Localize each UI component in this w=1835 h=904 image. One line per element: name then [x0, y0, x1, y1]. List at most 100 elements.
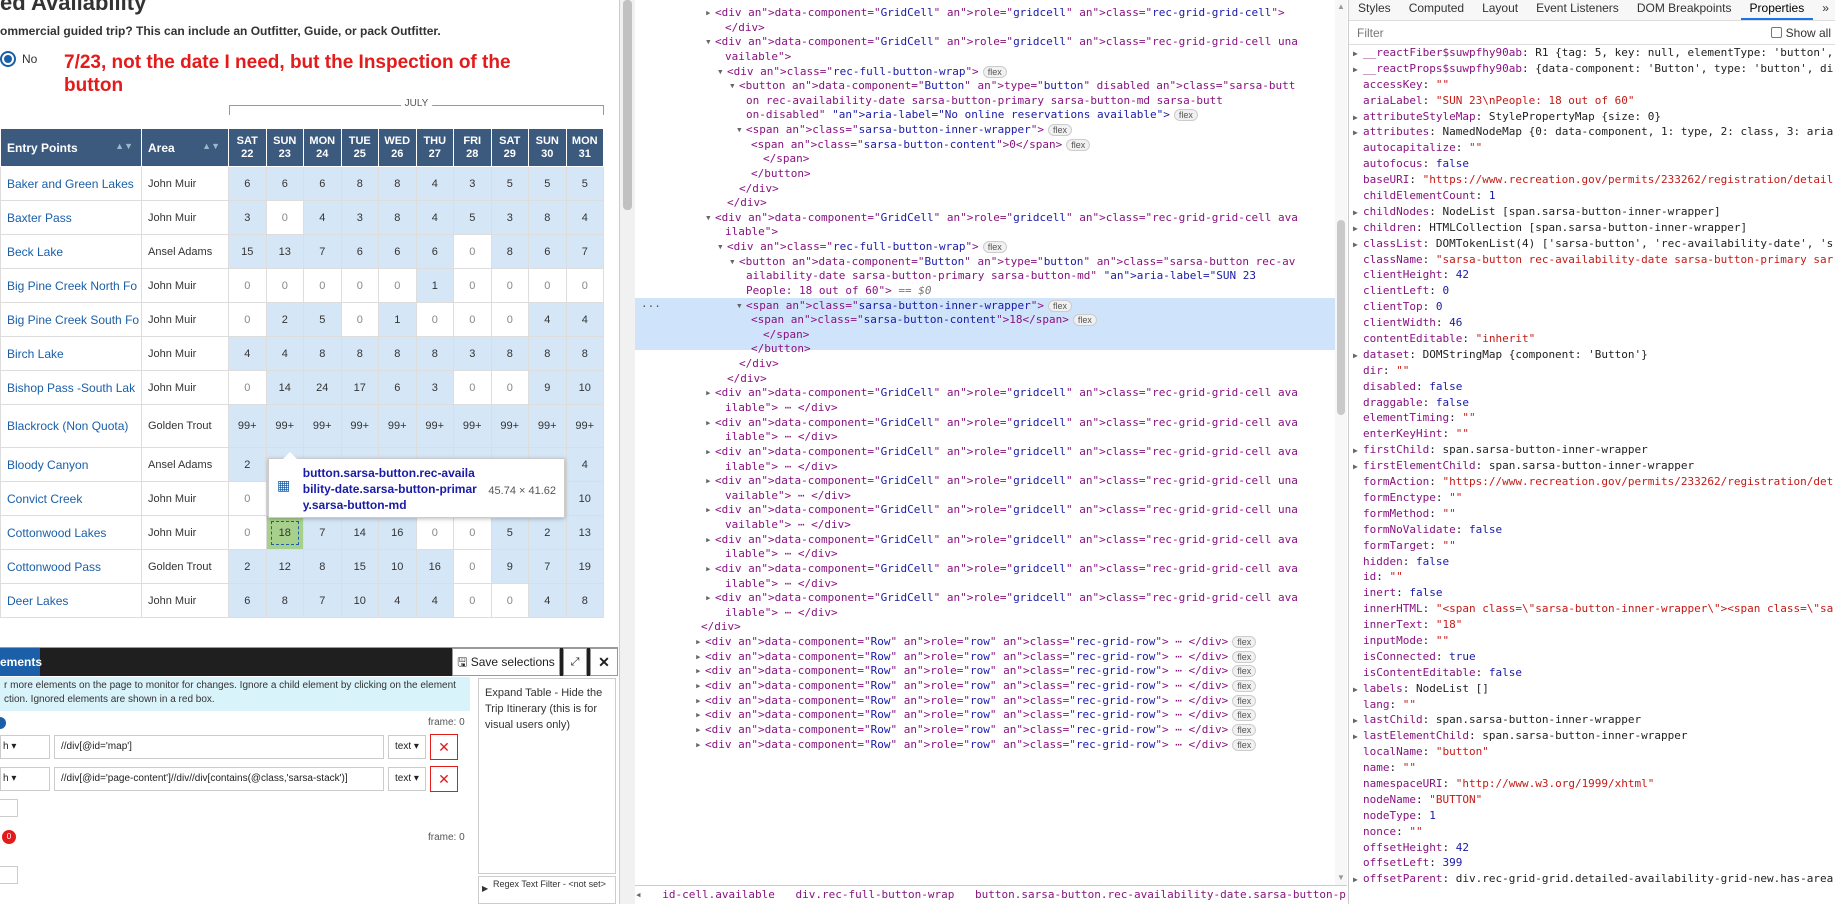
- scroll-up-icon[interactable]: ▲: [1337, 2, 1345, 11]
- flex-badge[interactable]: flex: [1232, 650, 1257, 663]
- availability-date-button[interactable]: 5: [565, 166, 604, 201]
- availability-date-button[interactable]: 99+: [303, 404, 342, 448]
- expand-toggle-icon[interactable]: ▾: [705, 209, 715, 226]
- property-row[interactable]: clientWidth: 46: [1349, 315, 1835, 331]
- dom-scrollbar-thumb[interactable]: [1337, 220, 1345, 415]
- property-row[interactable]: formAction: "https://www.recreation.gov/…: [1349, 474, 1835, 490]
- xpath-input[interactable]: //div[@id='page-content']//div//div[cont…: [54, 767, 384, 791]
- flex-badge[interactable]: flex: [1232, 694, 1257, 707]
- expand-toggle-icon[interactable]: ▸: [705, 589, 715, 606]
- expand-toggle-icon[interactable]: ▸: [705, 501, 715, 518]
- property-row[interactable]: isContentEditable: false: [1349, 665, 1835, 681]
- availability-date-button[interactable]: 4: [415, 200, 454, 235]
- entry-point-link[interactable]: Baker and Green Lakes: [0, 166, 142, 201]
- availability-date-button[interactable]: 8: [378, 336, 417, 371]
- property-row[interactable]: inputMode: "": [1349, 633, 1835, 649]
- availability-date-button[interactable]: 8: [565, 583, 604, 618]
- availability-date-button[interactable]: 9: [490, 549, 529, 584]
- property-row[interactable]: ▶ attributes: NamedNodeMap {0: data-compo…: [1349, 124, 1835, 140]
- entry-point-link[interactable]: Baxter Pass: [0, 200, 142, 235]
- dom-scrollbar[interactable]: ▲ ▼: [1335, 0, 1347, 885]
- tab-layout[interactable]: Layout: [1473, 0, 1527, 20]
- availability-date-button[interactable]: 7: [303, 234, 342, 269]
- availability-date-button[interactable]: 16: [378, 515, 417, 550]
- availability-date-button[interactable]: 4: [565, 200, 604, 235]
- availability-date-button[interactable]: 5: [303, 302, 342, 337]
- property-row[interactable]: clientLeft: 0: [1349, 283, 1835, 299]
- availability-date-button[interactable]: 1: [415, 268, 454, 303]
- availability-date-button[interactable]: 12: [265, 549, 304, 584]
- availability-date-button[interactable]: 99+: [228, 404, 267, 448]
- expand-toggle-icon[interactable]: ▸: [705, 443, 715, 460]
- availability-date-button[interactable]: 99+: [565, 404, 604, 448]
- availability-date-button[interactable]: 6: [228, 166, 267, 201]
- page-scrollbar[interactable]: [620, 0, 635, 904]
- property-row[interactable]: hidden: false: [1349, 554, 1835, 570]
- property-row[interactable]: ▶ children: HTMLCollection [span.sarsa-bu…: [1349, 220, 1835, 236]
- availability-date-button[interactable]: 13: [565, 515, 604, 550]
- save-selections-button[interactable]: 🖫 Save selections: [452, 648, 560, 676]
- expand-toggle-icon[interactable]: ▸: [705, 560, 715, 577]
- expand-toggle-icon[interactable]: ▾: [717, 63, 727, 80]
- expand-icon[interactable]: ▶: [1353, 729, 1363, 745]
- property-row[interactable]: clientHeight: 42: [1349, 267, 1835, 283]
- expand-icon[interactable]: ▶: [1353, 205, 1363, 221]
- availability-date-button[interactable]: 4: [265, 336, 304, 371]
- availability-date-button[interactable]: 6: [415, 234, 454, 269]
- availability-date-button[interactable]: 99+: [340, 404, 379, 448]
- property-row[interactable]: contentEditable: "inherit": [1349, 331, 1835, 347]
- property-row[interactable]: id: "": [1349, 569, 1835, 585]
- property-row[interactable]: ▶ firstElementChild: span.sarsa-button-in…: [1349, 458, 1835, 474]
- property-row[interactable]: isConnected: true: [1349, 649, 1835, 665]
- availability-date-button[interactable]: 10: [565, 370, 604, 405]
- expand-icon[interactable]: ▶: [1353, 125, 1363, 141]
- availability-date-button[interactable]: 99+: [453, 404, 492, 448]
- property-row[interactable]: ariaLabel: "SUN 23\nPeople: 18 out of 60…: [1349, 93, 1835, 109]
- close-icon[interactable]: ✕: [590, 648, 618, 676]
- add-row-button[interactable]: [0, 799, 18, 817]
- entry-point-link[interactable]: Bishop Pass -South Lak: [0, 370, 142, 405]
- availability-date-button[interactable]: 13: [265, 234, 304, 269]
- expand-icon[interactable]: ▶: [1353, 221, 1363, 237]
- selector-type-dropdown[interactable]: h ▾: [0, 735, 50, 759]
- property-row[interactable]: ▶ classList: DOMTokenList(4) ['sarsa-butt…: [1349, 236, 1835, 252]
- area-header[interactable]: Area ▲▼: [141, 128, 229, 167]
- entry-point-link[interactable]: Birch Lake: [0, 336, 142, 371]
- property-row[interactable]: formMethod: "": [1349, 506, 1835, 522]
- property-row[interactable]: ▶ lastChild: span.sarsa-button-inner-wrap…: [1349, 712, 1835, 728]
- entry-points-header[interactable]: Entry Points ▲▼: [0, 128, 142, 167]
- property-row[interactable]: draggable: false: [1349, 395, 1835, 411]
- availability-date-button[interactable]: 8: [415, 336, 454, 371]
- availability-date-button[interactable]: 4: [303, 200, 342, 235]
- expand-toggle-icon[interactable]: ▾: [717, 238, 727, 255]
- availability-date-button[interactable]: 2: [228, 549, 267, 584]
- property-row[interactable]: childElementCount: 1: [1349, 188, 1835, 204]
- availability-date-button[interactable]: 10: [565, 481, 604, 516]
- flex-badge[interactable]: flex: [1232, 636, 1257, 649]
- availability-date-button[interactable]: 2: [528, 515, 567, 550]
- expand-toggle-icon[interactable]: ▸: [695, 736, 705, 753]
- dom-node-line[interactable]: ▸ <div an">data-component="GridCell" an">…: [705, 4, 1285, 21]
- availability-date-button[interactable]: 99+: [378, 404, 417, 448]
- availability-date-button[interactable]: 6: [340, 234, 379, 269]
- property-row[interactable]: nodeName: "BUTTON": [1349, 792, 1835, 808]
- entry-point-link[interactable]: Big Pine Creek South Fo: [0, 302, 142, 337]
- availability-date-button[interactable]: 14: [340, 515, 379, 550]
- tab-computed[interactable]: Computed: [1400, 0, 1473, 20]
- availability-date-button[interactable]: 3: [415, 370, 454, 405]
- expand-toggle-icon[interactable]: ▸: [705, 414, 715, 431]
- property-row[interactable]: lang: "": [1349, 697, 1835, 713]
- property-row[interactable]: name: "": [1349, 760, 1835, 776]
- availability-date-button[interactable]: 1: [378, 302, 417, 337]
- property-row[interactable]: nodeType: 1: [1349, 808, 1835, 824]
- entry-point-link[interactable]: Convict Creek: [0, 481, 142, 516]
- page-scrollbar-thumb[interactable]: [623, 0, 632, 210]
- availability-date-button[interactable]: 8: [490, 336, 529, 371]
- flex-badge[interactable]: flex: [1048, 124, 1073, 137]
- availability-date-button[interactable]: 8: [340, 166, 379, 201]
- availability-date-button[interactable]: 8: [303, 336, 342, 371]
- flex-badge[interactable]: flex: [1066, 138, 1091, 151]
- property-row[interactable]: ▶ firstChild: span.sarsa-button-inner-wra…: [1349, 442, 1835, 458]
- property-row[interactable]: namespaceURI: "http://www.w3.org/1999/xh…: [1349, 776, 1835, 792]
- expand-icon[interactable]: ▶: [1353, 459, 1363, 475]
